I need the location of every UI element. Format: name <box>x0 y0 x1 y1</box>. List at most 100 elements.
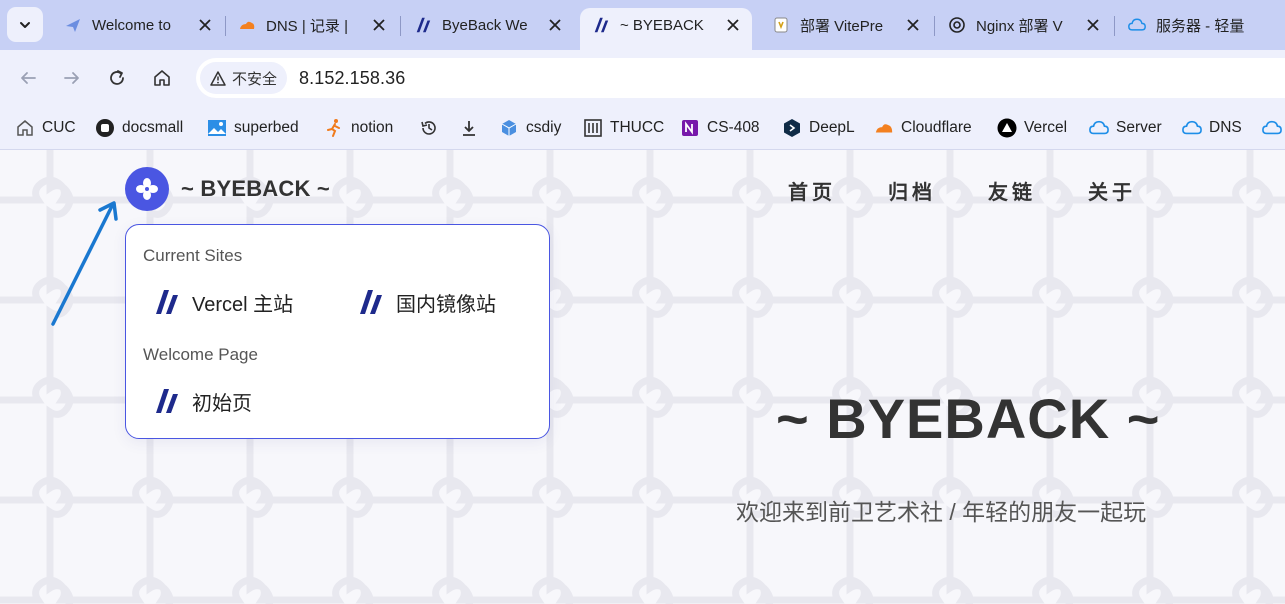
tab-title: Nginx 部署 V <box>976 17 1063 35</box>
reload-icon <box>110 70 124 85</box>
bookmark-cs408[interactable]: CS-408 <box>680 115 760 141</box>
security-chip[interactable]: 不安全 <box>200 62 288 94</box>
bookmark-label: DNS <box>1209 119 1242 136</box>
bookmark-cuc[interactable]: CUC <box>15 115 76 141</box>
tab-title: ByeBack We <box>442 16 528 34</box>
back-button[interactable] <box>12 62 44 94</box>
byeback-icon <box>153 288 181 316</box>
bookmark-superbed[interactable]: superbed <box>207 115 299 141</box>
bookmark-cloudflare[interactable]: Cloudflare <box>874 115 972 141</box>
cloudflare-icon <box>238 16 256 34</box>
bookmark-server[interactable]: Server <box>1089 115 1162 141</box>
tab-title: Welcome to <box>92 16 171 34</box>
hero-subtitle: 欢迎来到前卫艺术社 / 年轻的朋友一起玩 <box>736 499 1147 525</box>
apps-icon <box>136 178 158 200</box>
cloudflare-icon <box>874 118 894 138</box>
close-icon[interactable] <box>196 16 214 34</box>
tab-strip: Welcome to DNS | 记录 | ByeBack We ~ BYEBA… <box>0 0 1285 50</box>
bookmark-label: THUCC <box>610 119 665 136</box>
bookmark-label: CUC <box>42 119 76 136</box>
site-logo-button[interactable] <box>125 167 169 211</box>
bookmark-csdiy[interactable]: csdiy <box>499 115 561 141</box>
byeback-icon <box>153 387 181 415</box>
deepl-icon <box>782 118 802 138</box>
page-content: ~ BYEBACK ~ 首页 归档 友链 关于 Current Sites Ve… <box>0 150 1285 604</box>
site-title[interactable]: ~ BYEBACK ~ <box>181 176 330 202</box>
nav-friends[interactable]: 友链 <box>988 176 1036 205</box>
browser-toolbar: 不安全 8.152.158.36 <box>0 50 1285 106</box>
dropdown-item-label: 初始页 <box>192 392 252 415</box>
security-label: 不安全 <box>232 70 278 88</box>
dropdown-item-mirror[interactable]: 国内镜像站 <box>357 286 496 318</box>
doc-icon <box>772 16 790 34</box>
close-icon[interactable] <box>1084 16 1102 34</box>
download-icon <box>459 118 479 138</box>
bookmark-notion[interactable]: notion <box>324 115 393 141</box>
tab-search-button[interactable] <box>7 7 43 42</box>
dropdown-group-label: Welcome Page <box>143 345 258 364</box>
tab-title: 服务器 - 轻量 <box>1156 17 1245 35</box>
byeback-icon <box>357 288 385 316</box>
bookmark-docsmall[interactable]: docsmall <box>95 115 183 141</box>
nav-home[interactable]: 首页 <box>788 176 836 205</box>
plane-icon <box>64 16 82 34</box>
forward-button[interactable] <box>56 62 88 94</box>
dropdown-item-label: Vercel 主站 <box>192 293 294 316</box>
hero-title: ~ BYEBACK ~ <box>776 387 1161 450</box>
home-icon <box>154 70 170 86</box>
bookmark-label: superbed <box>234 119 299 136</box>
close-icon[interactable] <box>904 16 922 34</box>
url-text: 8.152.158.36 <box>299 67 406 88</box>
building-icon <box>583 118 603 138</box>
bookmark-thucc[interactable]: THUCC <box>583 115 664 141</box>
dropdown-item-label: 国内镜像站 <box>396 293 496 316</box>
cloud-icon <box>1089 118 1109 138</box>
chevron-down-icon <box>20 21 30 28</box>
byeback-icon <box>414 16 432 34</box>
sites-dropdown: Current Sites Vercel 主站 国内镜像站 Welcome Pa… <box>125 224 550 439</box>
bookmarks-bar: CUC docsmall superbed notion csdiy THUCC… <box>0 106 1285 150</box>
circle-icon <box>95 118 115 138</box>
tab-separator <box>934 16 935 36</box>
bookmark-history[interactable] <box>419 115 446 141</box>
dropdown-item-vercel[interactable]: Vercel 主站 <box>153 286 293 318</box>
home-icon <box>15 118 35 138</box>
close-icon[interactable] <box>370 16 388 34</box>
nav-archive[interactable]: 归档 <box>888 176 936 205</box>
warning-icon <box>210 70 226 86</box>
tab-vitepress[interactable]: 部署 VitePre <box>760 8 932 42</box>
bookmark-deepl[interactable]: DeepL <box>782 115 855 141</box>
nav-about[interactable]: 关于 <box>1088 176 1136 205</box>
cloud-icon <box>1262 118 1282 138</box>
cloud-icon <box>1182 118 1202 138</box>
bookmark-overflow[interactable] <box>1262 115 1285 141</box>
tab-dns[interactable]: DNS | 记录 | <box>226 8 398 42</box>
tab-separator <box>400 16 401 36</box>
cube-icon <box>499 118 519 138</box>
cloud-icon <box>1128 16 1146 34</box>
bookmark-label: DeepL <box>809 119 855 136</box>
reload-button[interactable] <box>101 62 133 94</box>
bookmark-dns[interactable]: DNS <box>1182 115 1242 141</box>
tab-nginx[interactable]: Nginx 部署 V <box>936 8 1112 42</box>
close-icon[interactable] <box>546 16 564 34</box>
bookmark-label: CS-408 <box>707 119 760 136</box>
history-icon <box>419 118 439 138</box>
dropdown-item-welcome[interactable]: 初始页 <box>153 385 252 417</box>
bookmark-label: docsmall <box>122 119 184 136</box>
home-button[interactable] <box>146 62 178 94</box>
close-icon[interactable] <box>724 16 742 34</box>
onenote-icon <box>680 118 700 138</box>
tab-welcome[interactable]: Welcome to <box>52 8 224 42</box>
tab-server[interactable]: 服务器 - 轻量 <box>1116 8 1285 42</box>
arrow-left-icon <box>21 72 36 84</box>
tab-byeback-active[interactable]: ~ BYEBACK <box>580 8 752 50</box>
bookmark-label: Vercel <box>1024 119 1068 136</box>
address-bar[interactable]: 不安全 8.152.158.36 <box>196 58 1285 98</box>
bookmark-download[interactable] <box>459 115 486 141</box>
bookmark-label: Cloudflare <box>901 119 972 136</box>
bookmark-vercel[interactable]: Vercel <box>997 115 1067 141</box>
annotation-arrow-icon <box>51 201 118 326</box>
openai-icon <box>948 16 966 34</box>
tab-byeback-web[interactable]: ByeBack We <box>402 8 574 42</box>
